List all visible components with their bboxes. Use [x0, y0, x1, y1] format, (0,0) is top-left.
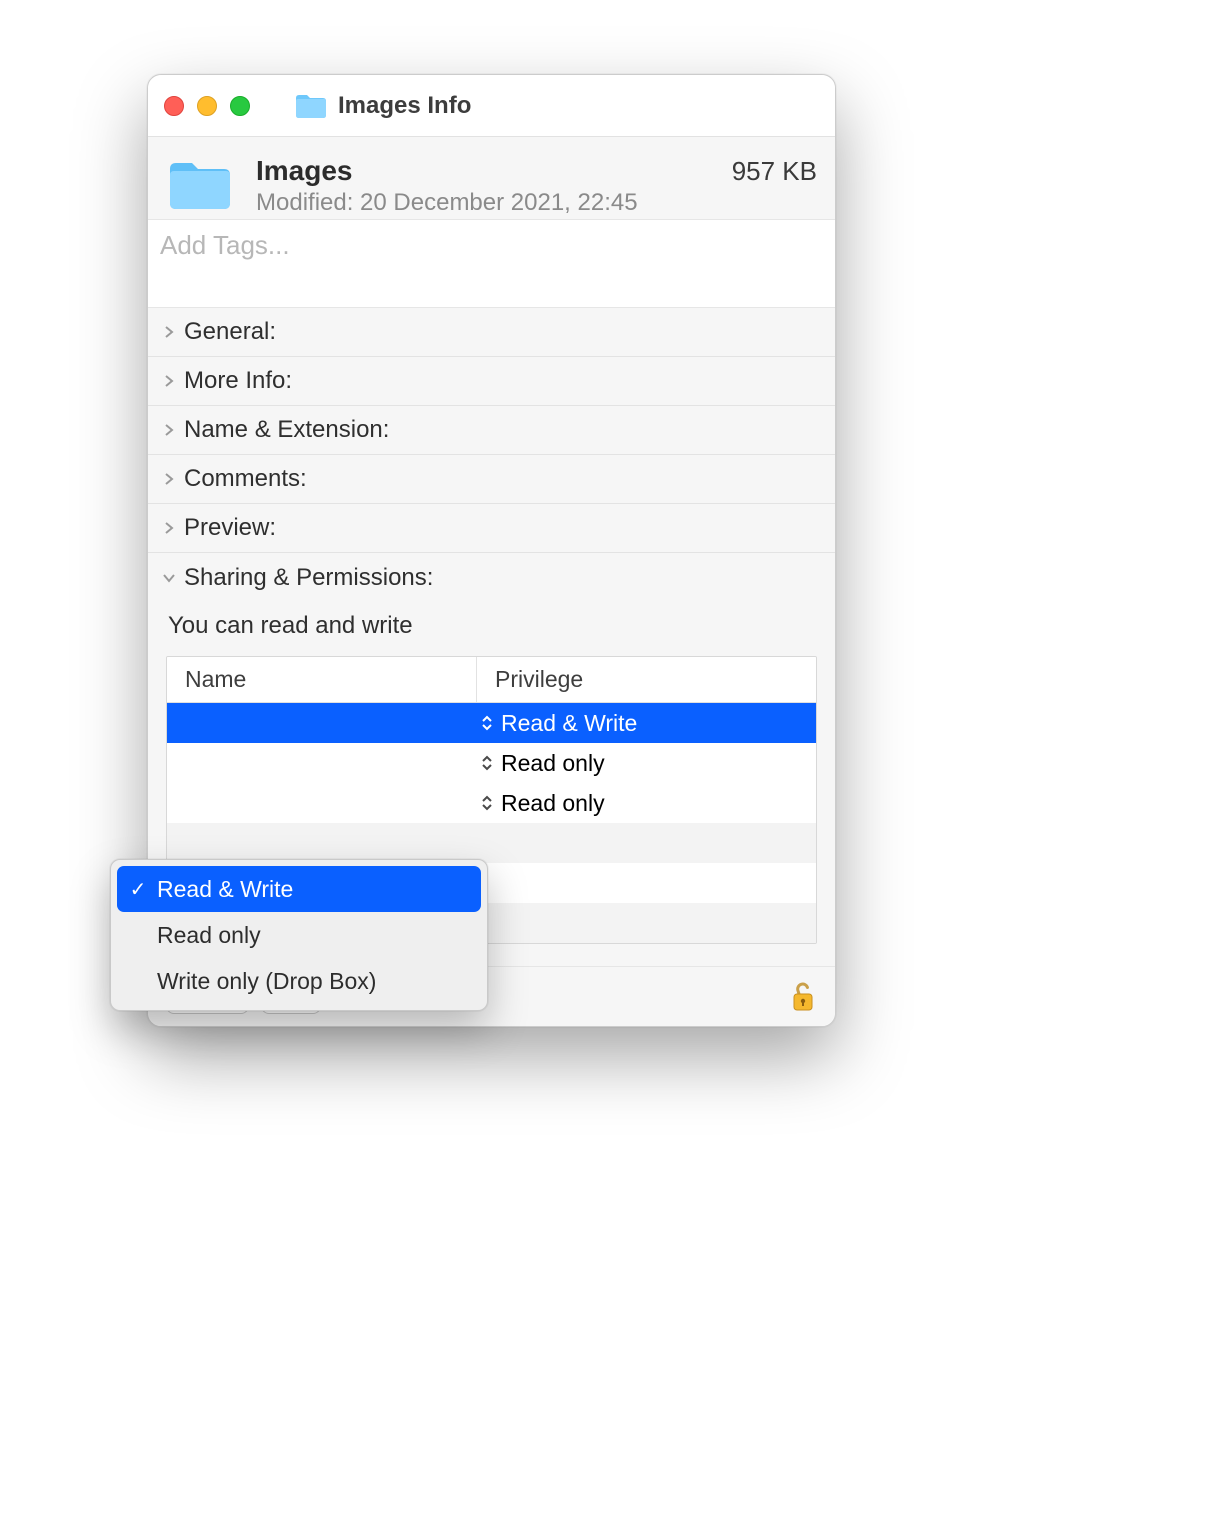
item-name: Images: [256, 155, 353, 187]
privilege-value: Read only: [501, 750, 605, 777]
section-label: Preview:: [184, 514, 276, 542]
section-label: Sharing & Permissions:: [184, 564, 433, 592]
chevron-right-icon: [162, 521, 176, 535]
privilege-value: Read & Write: [501, 710, 637, 737]
section-label: Comments:: [184, 465, 307, 493]
option-label: Read & Write: [157, 876, 293, 903]
item-size: 957 KB: [732, 156, 817, 187]
privilege-select[interactable]: Read only: [477, 790, 816, 817]
option-label: Write only (Drop Box): [157, 968, 376, 995]
table-row[interactable]: Read only: [167, 743, 816, 783]
table-header: Name Privilege: [167, 657, 816, 703]
dropdown-option[interactable]: Read only: [117, 912, 481, 958]
chevron-right-icon: [162, 472, 176, 486]
section-label: General:: [184, 318, 276, 346]
updown-icon: [481, 755, 495, 771]
table-row-empty: [167, 823, 816, 863]
updown-icon: [481, 715, 495, 731]
info-window: Images Info Images 957 KB Modified: 20 D…: [147, 74, 836, 1027]
column-privilege[interactable]: Privilege: [477, 657, 816, 702]
section-label: More Info:: [184, 367, 292, 395]
chevron-right-icon: [162, 374, 176, 388]
dropdown-option[interactable]: ✓ Read & Write: [117, 866, 481, 912]
section-name-extension[interactable]: Name & Extension:: [148, 406, 835, 455]
table-row[interactable]: Read only: [167, 783, 816, 823]
section-comments[interactable]: Comments:: [148, 455, 835, 504]
item-modified: Modified: 20 December 2021, 22:45: [256, 189, 817, 217]
tags-placeholder: Add Tags...: [160, 230, 290, 260]
tags-input[interactable]: Add Tags...: [148, 220, 835, 308]
chevron-right-icon: [162, 325, 176, 339]
zoom-window-button[interactable]: [230, 96, 250, 116]
check-icon: ✓: [129, 877, 147, 902]
section-preview[interactable]: Preview:: [148, 504, 835, 553]
privilege-value: Read only: [501, 790, 605, 817]
folder-icon: [294, 92, 328, 120]
minimize-window-button[interactable]: [197, 96, 217, 116]
chevron-down-icon: [162, 571, 176, 585]
titlebar: Images Info: [148, 75, 835, 137]
section-label: Name & Extension:: [184, 416, 389, 444]
window-title: Images Info: [338, 92, 471, 120]
unlock-icon[interactable]: [789, 980, 817, 1014]
privilege-select[interactable]: Read & Write: [477, 710, 816, 737]
dropdown-option[interactable]: Write only (Drop Box): [117, 958, 481, 1004]
option-label: Read only: [157, 922, 261, 949]
window-controls: [164, 96, 250, 116]
chevron-right-icon: [162, 423, 176, 437]
privilege-dropdown[interactable]: ✓ Read & Write Read only Write only (Dro…: [110, 859, 488, 1011]
item-header: Images 957 KB Modified: 20 December 2021…: [148, 137, 835, 220]
column-name[interactable]: Name: [167, 657, 477, 702]
section-sharing-permissions[interactable]: Sharing & Permissions:: [148, 553, 835, 602]
table-row[interactable]: Read & Write: [167, 703, 816, 743]
permissions-summary: You can read and write: [166, 606, 817, 656]
close-window-button[interactable]: [164, 96, 184, 116]
updown-icon: [481, 795, 495, 811]
section-general[interactable]: General:: [148, 308, 835, 357]
privilege-select[interactable]: Read only: [477, 750, 816, 777]
folder-icon: [166, 157, 234, 213]
section-more-info[interactable]: More Info:: [148, 357, 835, 406]
